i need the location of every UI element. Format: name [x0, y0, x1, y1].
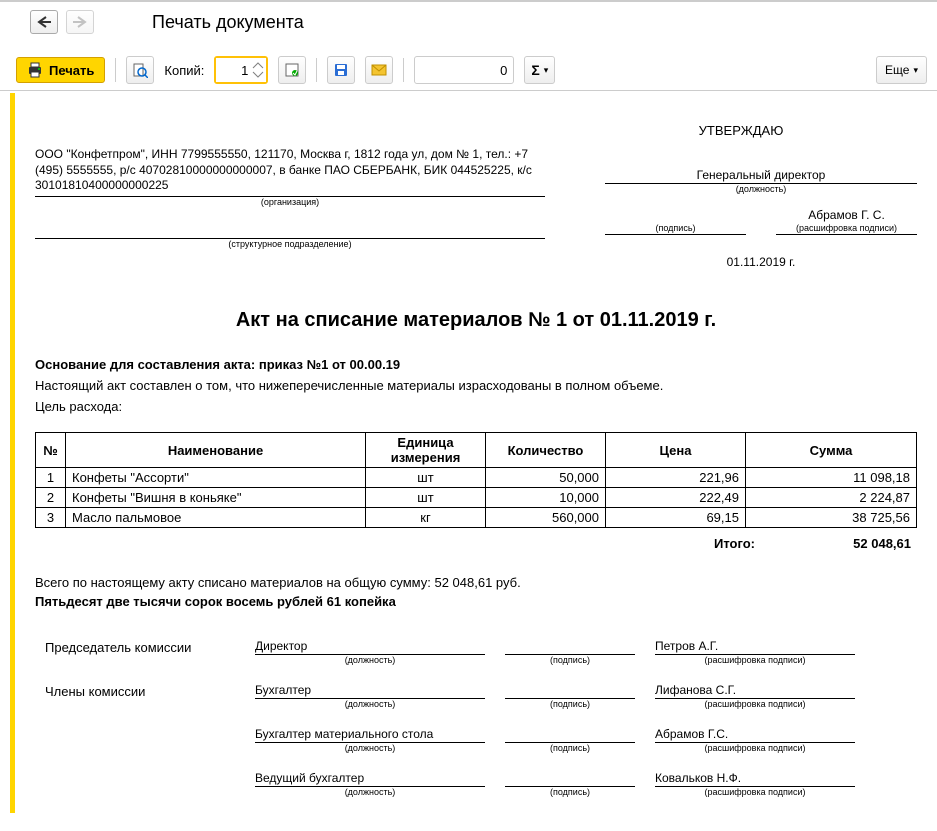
forward-button[interactable]	[66, 10, 94, 34]
commission-signature: (подпись)	[505, 772, 635, 787]
more-button[interactable]: Еще ▾	[876, 56, 927, 84]
print-button[interactable]: Печать	[16, 57, 105, 83]
commission-position: Директор(должность)	[255, 639, 485, 655]
print-label: Печать	[49, 63, 94, 78]
commission-signature: (подпись)	[505, 640, 635, 655]
table-row: 3Масло пальмовоекг560,00069,1538 725,56	[36, 508, 917, 528]
toolbar: Печать Копий: Σ ▾ Еще ▾	[0, 50, 937, 91]
diskette-icon	[333, 62, 349, 78]
table-row: 2Конфеты "Вишня в коньяке"шт10,000222,49…	[36, 488, 917, 508]
col-sum: Сумма	[746, 433, 917, 468]
col-name: Наименование	[66, 433, 366, 468]
document-title: Акт на списание материалов № 1 от 01.11.…	[35, 309, 917, 332]
approve-signature: (подпись)	[605, 208, 746, 235]
commission-row: Председатель комиссии Директор(должность…	[45, 639, 917, 655]
approve-title: УТВЕРЖДАЮ	[605, 123, 917, 138]
page-title: Печать документа	[152, 12, 304, 33]
save-button[interactable]	[327, 56, 355, 84]
sum-button[interactable]: Σ ▾	[524, 56, 555, 84]
approve-position-sub: (должность)	[605, 184, 917, 194]
total-label: Итого:	[35, 536, 775, 551]
commission-row: Члены комиссии Бухгалтер(должность) (под…	[45, 683, 917, 699]
commission-name: Абрамов Г.С.(расшифровка подписи)	[655, 727, 855, 743]
back-button[interactable]	[30, 10, 58, 34]
preview-icon	[132, 62, 148, 78]
col-num: №	[36, 433, 66, 468]
commission-position: Бухгалтер материального стола(должность)	[255, 727, 485, 743]
materials-table: № Наименование Единица измерения Количес…	[35, 432, 917, 528]
printer-icon	[27, 62, 43, 78]
summary-bold: Пятьдесят две тысячи сорок восемь рублей…	[35, 594, 917, 609]
number-input[interactable]	[414, 56, 514, 84]
approve-date: 01.11.2019 г.	[605, 255, 917, 269]
subdivision-line	[35, 221, 545, 239]
document-body: ООО "Конфетпром", ИНН 7799555550, 121170…	[10, 93, 937, 813]
org-sublabel: (организация)	[35, 197, 545, 207]
organization-text: ООО "Конфетпром", ИНН 7799555550, 121170…	[35, 147, 545, 197]
commission-name: Ковальков Н.Ф.(расшифровка подписи)	[655, 771, 855, 787]
email-button[interactable]	[365, 56, 393, 84]
approve-name: Абрамов Г. С. (расшифровка подписи)	[776, 208, 917, 235]
commission-role-label: Председатель комиссии	[45, 640, 235, 655]
copies-stepper[interactable]	[214, 56, 268, 84]
commission-row: Бухгалтер материального стола(должность)…	[45, 727, 917, 743]
commission-role-label: Члены комиссии	[45, 684, 235, 699]
description-line2: Цель расхода:	[35, 399, 917, 414]
sigma-icon: Σ	[531, 62, 539, 78]
col-price: Цена	[606, 433, 746, 468]
more-label: Еще	[885, 63, 909, 77]
subdivision-sublabel: (структурное подразделение)	[35, 239, 545, 249]
commission-row: Ведущий бухгалтер(должность) (подпись) К…	[45, 771, 917, 787]
commission-name: Лифанова С.Г.(расшифровка подписи)	[655, 683, 855, 699]
approve-position: Генеральный директор	[605, 168, 917, 184]
copies-label: Копий:	[164, 63, 204, 78]
description-line1: Настоящий акт составлен о том, что нижеп…	[35, 378, 917, 393]
page-settings-button[interactable]	[278, 56, 306, 84]
commission-signature: (подпись)	[505, 728, 635, 743]
envelope-icon	[371, 62, 387, 78]
copies-input[interactable]	[216, 58, 266, 82]
header-bar: Печать документа	[0, 6, 937, 44]
commission-position: Ведущий бухгалтер(должность)	[255, 771, 485, 787]
summary-text: Всего по настоящему акту списано материа…	[35, 575, 917, 590]
col-unit: Единица измерения	[366, 433, 486, 468]
col-qty: Количество	[486, 433, 606, 468]
commission-position: Бухгалтер(должность)	[255, 683, 485, 699]
commission-signature: (подпись)	[505, 684, 635, 699]
table-row: 1Конфеты "Ассорти"шт50,000221,9611 098,1…	[36, 468, 917, 488]
commission-name: Петров А.Г.(расшифровка подписи)	[655, 639, 855, 655]
preview-button[interactable]	[126, 56, 154, 84]
basis-line: Основание для составления акта: приказ №…	[35, 357, 917, 372]
page-settings-icon	[284, 62, 300, 78]
total-value: 52 048,61	[775, 536, 917, 551]
